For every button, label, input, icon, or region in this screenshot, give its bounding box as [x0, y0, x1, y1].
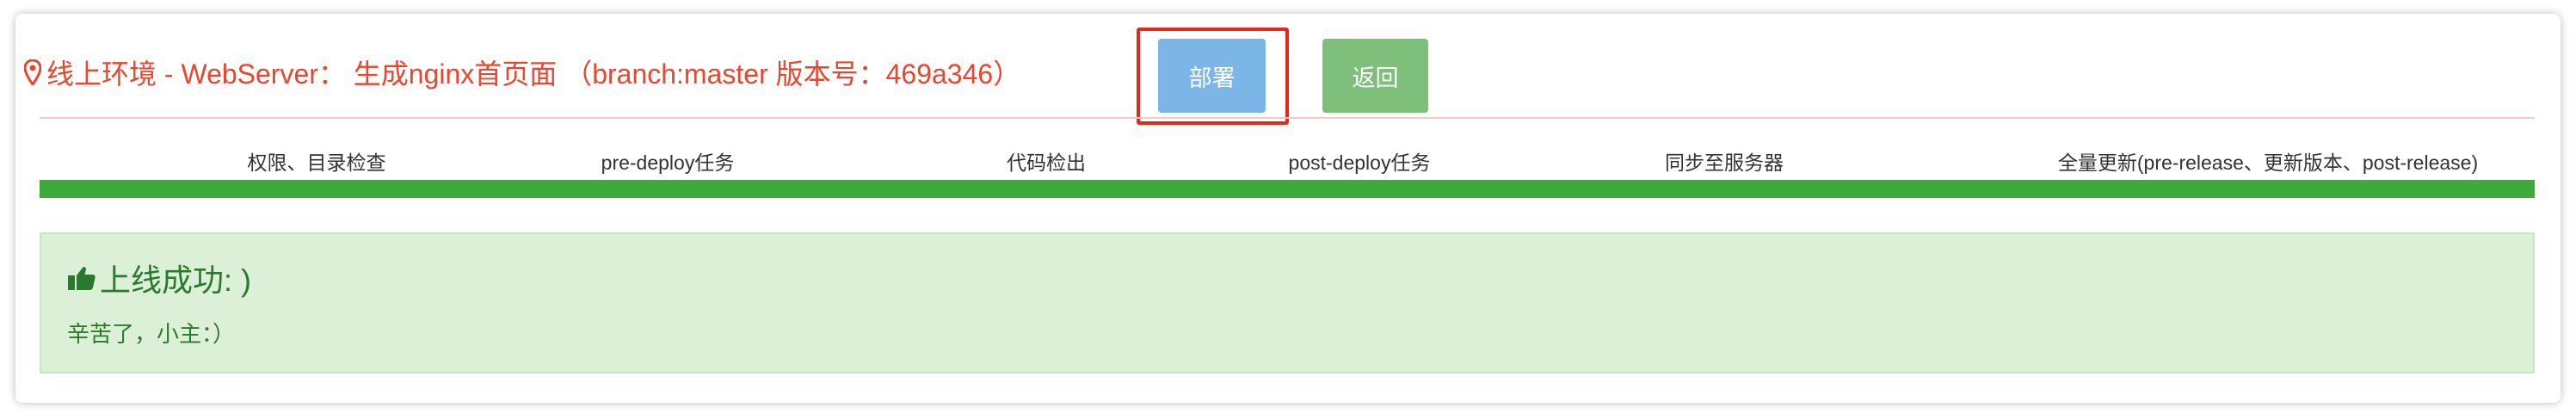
success-message: 辛苦了，小主：） [67, 321, 236, 347]
progress-bar [40, 180, 2535, 198]
thumbs-up-icon [68, 267, 96, 290]
deploy-button[interactable]: 部署 [1158, 39, 1266, 113]
step-full-update: 全量更新(pre-release、更新版本、post-release) [2057, 151, 2479, 174]
step-post-deploy: post-deploy任务 [1288, 151, 1431, 174]
success-title: 上线成功: ) [67, 258, 251, 298]
page-title-text: 线上环境 - WebServer： 生成nginx首页面 （branch:mas… [46, 59, 1021, 90]
page-title: 线上环境 - WebServer： 生成nginx首页面 （branch:mas… [24, 53, 1020, 91]
success-alert: 上线成功: ) 辛苦了，小主：） [40, 232, 2535, 374]
success-title-text: 上线成功: ) [100, 262, 251, 298]
progress-steps: 权限、目录检查 pre-deploy任务 代码检出 post-deploy任务 … [40, 146, 2535, 177]
step-pre-deploy: pre-deploy任务 [601, 151, 735, 174]
progress-bar-fill [40, 180, 2535, 198]
step-permission-check: 权限、目录检查 [247, 151, 386, 174]
map-marker-icon [24, 59, 41, 85]
step-code-checkout: 代码检出 [1007, 151, 1086, 174]
back-button[interactable]: 返回 [1322, 39, 1428, 113]
step-sync-to-server: 同步至服务器 [1665, 151, 1784, 174]
header-divider [40, 117, 2535, 119]
